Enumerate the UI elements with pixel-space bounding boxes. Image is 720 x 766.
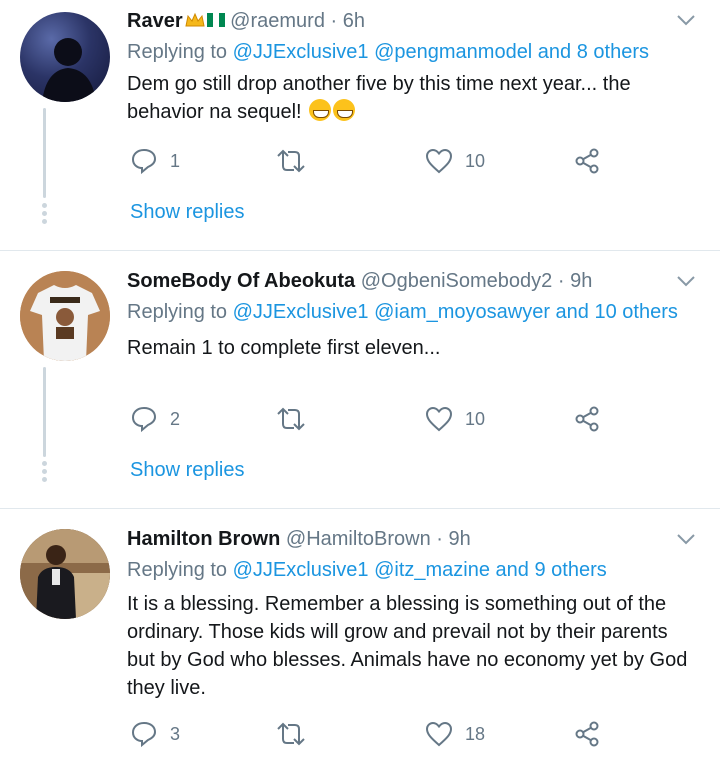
- replying-to-prefix: Replying to: [127, 301, 228, 323]
- reply-count: 1: [170, 150, 181, 171]
- silhouette-icon: [42, 38, 96, 102]
- reply-icon: [131, 148, 157, 175]
- reply-count: 3: [170, 723, 181, 744]
- tweet-actions: 2 10: [130, 404, 610, 434]
- heart-icon: [425, 721, 453, 747]
- tweet-somebody-of-abeokuta[interactable]: SomeBody Of Abeokuta @OgbeniSomebody2 · …: [0, 251, 720, 508]
- avatar-column: [20, 529, 110, 619]
- show-replies-link[interactable]: Show replies: [130, 459, 245, 482]
- like-count: 10: [465, 150, 486, 171]
- reply-action[interactable]: 3: [130, 719, 180, 749]
- separator-dot: ·: [436, 528, 443, 550]
- chevron-down-icon[interactable]: [676, 10, 696, 30]
- tweet-raver[interactable]: Raver @raemurd · 6h Replying to @JJExclu…: [0, 0, 720, 250]
- retweet-action[interactable]: [275, 404, 307, 434]
- user-handle[interactable]: @OgbeniSomebody2: [361, 270, 553, 292]
- reply-action[interactable]: 2: [130, 404, 180, 434]
- reply-icon: [131, 406, 157, 433]
- avatar[interactable]: [20, 271, 110, 361]
- retweet-icon: [277, 407, 305, 431]
- display-name[interactable]: Hamilton Brown: [127, 528, 280, 550]
- tweet-content: SomeBody Of Abeokuta @OgbeniSomebody2 · …: [127, 268, 690, 362]
- display-name[interactable]: SomeBody Of Abeokuta: [127, 270, 355, 292]
- heart-icon: [425, 148, 453, 174]
- like-count: 10: [465, 408, 486, 429]
- chevron-down-icon[interactable]: [676, 529, 696, 549]
- tweet-text-content: Dem go still drop another five by this t…: [127, 73, 631, 123]
- nigeria-flag-emoji-icon: [206, 13, 225, 27]
- replying-to: Replying to @JJExclusive1 @itz_mazine an…: [127, 556, 690, 584]
- grinning-face-emoji-icon: [309, 99, 332, 121]
- tweet-actions: 3 18: [130, 719, 610, 749]
- heart-icon: [425, 406, 453, 432]
- crown-emoji-icon: [184, 12, 205, 27]
- tshirt-avatar-icon: [20, 271, 110, 361]
- avatar[interactable]: [20, 529, 110, 619]
- retweet-action[interactable]: [275, 719, 307, 749]
- thread-line: [43, 367, 46, 457]
- share-action[interactable]: [573, 719, 601, 749]
- share-action[interactable]: [573, 146, 601, 176]
- tweet-timestamp[interactable]: 6h: [343, 10, 365, 32]
- share-action[interactable]: [573, 404, 601, 434]
- share-icon: [575, 148, 599, 174]
- avatar-column: [20, 271, 110, 361]
- tweet-content: Hamilton Brown @HamiltoBrown · 9h Replyi…: [127, 526, 690, 702]
- avatar-column: [20, 12, 110, 102]
- user-handle[interactable]: @raemurd: [230, 10, 325, 32]
- like-action[interactable]: 18: [425, 719, 485, 749]
- replying-to: Replying to @JJExclusive1 @pengmanmodel …: [127, 38, 690, 66]
- separator-dot: ·: [557, 270, 565, 292]
- tweet-timestamp[interactable]: 9h: [570, 270, 592, 292]
- thread-dots: [42, 203, 47, 227]
- like-count: 18: [465, 723, 486, 744]
- tweet-header: Raver @raemurd · 6h: [127, 8, 690, 34]
- tweet-header: SomeBody Of Abeokuta @OgbeniSomebody2 · …: [127, 268, 690, 294]
- retweet-icon: [277, 722, 305, 746]
- tweet-text-content: It is a blessing. Remember a blessing is…: [127, 593, 688, 699]
- man-in-suit-avatar-icon: [20, 529, 110, 619]
- reply-icon: [131, 721, 157, 748]
- tweet-text-content: Remain 1 to complete first eleven...: [127, 337, 441, 359]
- tweet-actions: 1 10: [130, 146, 610, 176]
- share-icon: [575, 406, 599, 432]
- replying-to-links[interactable]: @JJExclusive1 @pengmanmodel and 8 others: [233, 41, 649, 63]
- reply-count: 2: [170, 408, 181, 429]
- retweet-action[interactable]: [275, 146, 307, 176]
- tweet-timestamp[interactable]: 9h: [449, 528, 471, 550]
- thread-dots: [42, 461, 47, 485]
- grinning-face-emoji-icon: [333, 99, 356, 121]
- chevron-down-icon[interactable]: [676, 271, 696, 291]
- tweet-text: Dem go still drop another five by this t…: [127, 70, 690, 126]
- like-action[interactable]: 10: [425, 404, 485, 434]
- share-icon: [575, 721, 599, 747]
- avatar[interactable]: [20, 12, 110, 102]
- tweet-content: Raver @raemurd · 6h Replying to @JJExclu…: [127, 8, 690, 126]
- reply-action[interactable]: 1: [130, 146, 180, 176]
- replying-to-prefix: Replying to: [127, 41, 228, 63]
- thread-line: [43, 108, 46, 198]
- replying-to: Replying to @JJExclusive1 @iam_moyosawye…: [127, 298, 690, 326]
- tweet-header: Hamilton Brown @HamiltoBrown · 9h: [127, 526, 690, 552]
- show-replies-link[interactable]: Show replies: [130, 201, 245, 224]
- replying-to-links[interactable]: @JJExclusive1 @iam_moyosawyer and 10 oth…: [233, 301, 678, 323]
- replying-to-prefix: Replying to: [127, 559, 228, 581]
- tweet-hamilton-brown[interactable]: Hamilton Brown @HamiltoBrown · 9h Replyi…: [0, 509, 720, 766]
- tweet-text: It is a blessing. Remember a blessing is…: [127, 590, 690, 702]
- separator-dot: ·: [330, 10, 338, 32]
- tweet-text: Remain 1 to complete first eleven...: [127, 334, 690, 362]
- like-action[interactable]: 10: [425, 146, 485, 176]
- replying-to-links[interactable]: @JJExclusive1 @itz_mazine and 9 others: [233, 559, 607, 581]
- user-handle[interactable]: @HamiltoBrown: [286, 528, 431, 550]
- retweet-icon: [277, 149, 305, 173]
- display-name[interactable]: Raver: [127, 10, 183, 32]
